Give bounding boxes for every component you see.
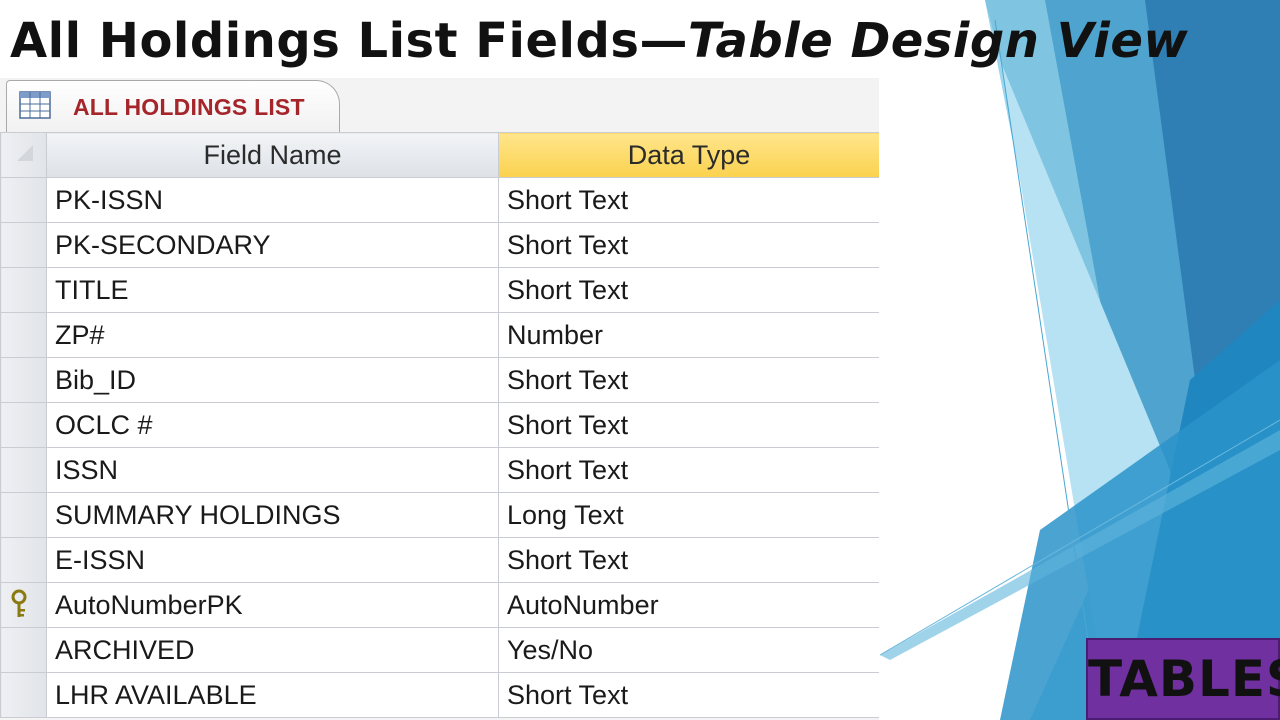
row-selector[interactable] [0, 402, 47, 448]
field-name-cell[interactable]: Bib_ID [46, 357, 499, 403]
data-type-cell[interactable]: Short Text [498, 672, 879, 718]
field-name-cell[interactable]: AutoNumberPK [46, 582, 499, 628]
select-all-corner[interactable] [0, 132, 47, 178]
table-row[interactable]: Bib_ID Short Text [0, 357, 879, 403]
row-selector[interactable] [0, 312, 47, 358]
grid-header-row: Field Name Data Type [0, 132, 879, 178]
slide-title-emphasis: Table Design View [687, 13, 1189, 69]
data-type-cell[interactable]: Short Text [498, 222, 879, 268]
table-row[interactable]: OCLC # Short Text [0, 402, 879, 448]
field-name-cell[interactable]: ZP# [46, 312, 499, 358]
tab-all-holdings-list[interactable]: ALL HOLDINGS LIST [6, 80, 340, 132]
corner-triangle-icon [17, 145, 33, 161]
row-selector[interactable] [0, 177, 47, 223]
row-selector[interactable] [0, 537, 47, 583]
data-type-cell[interactable]: Number [498, 312, 879, 358]
data-type-cell[interactable]: Short Text [498, 267, 879, 313]
data-type-cell[interactable]: Long Text [498, 492, 879, 538]
row-selector[interactable] [0, 267, 47, 313]
field-grid: Field Name Data Type PK-ISSN Short Text PK… [0, 132, 879, 718]
field-name-cell[interactable]: PK-ISSN [46, 177, 499, 223]
field-name-cell[interactable]: OCLC # [46, 402, 499, 448]
table-row[interactable]: AutoNumberPK AutoNumber [0, 582, 879, 628]
field-name-cell[interactable]: ISSN [46, 447, 499, 493]
data-type-cell[interactable]: Short Text [498, 447, 879, 493]
field-name-cell[interactable]: SUMMARY HOLDINGS [46, 492, 499, 538]
data-type-cell[interactable]: Yes/No [498, 627, 879, 673]
header-field-name[interactable]: Field Name [46, 132, 499, 178]
row-selector[interactable] [0, 357, 47, 403]
table-row[interactable]: PK-SECONDARY Short Text [0, 222, 879, 268]
field-name-cell[interactable]: E-ISSN [46, 537, 499, 583]
row-selector[interactable] [0, 582, 47, 628]
table-row[interactable]: SUMMARY HOLDINGS Long Text [0, 492, 879, 538]
field-name-cell[interactable]: PK-SECONDARY [46, 222, 499, 268]
data-type-cell[interactable]: Short Text [498, 402, 879, 448]
table-row[interactable]: LHR AVAILABLE Short Text [0, 672, 879, 718]
table-design-window: ALL HOLDINGS LIST Field Name Data Type P… [0, 78, 879, 720]
table-row[interactable]: ZP# Number [0, 312, 879, 358]
table-row[interactable]: ISSN Short Text [0, 447, 879, 493]
tab-label: ALL HOLDINGS LIST [73, 94, 305, 120]
slide-title-main: All Holdings List Fields— [10, 13, 688, 69]
slide-title: All Holdings List Fields—Table Design Vi… [10, 10, 1188, 72]
table-icon [19, 91, 51, 119]
primary-key-icon [11, 589, 27, 617]
table-row[interactable]: E-ISSN Short Text [0, 537, 879, 583]
row-selector[interactable] [0, 222, 47, 268]
row-selector[interactable] [0, 447, 47, 493]
tables-badge: TABLES [1086, 638, 1280, 720]
row-selector[interactable] [0, 627, 47, 673]
data-type-cell[interactable]: Short Text [498, 357, 879, 403]
tables-badge-label: TABLES [1088, 650, 1280, 708]
data-type-cell[interactable]: Short Text [498, 177, 879, 223]
header-data-type[interactable]: Data Type [498, 132, 879, 178]
data-type-cell[interactable]: Short Text [498, 537, 879, 583]
grid-body: PK-ISSN Short Text PK-SECONDARY Short Text T… [0, 177, 879, 718]
data-type-cell[interactable]: AutoNumber [498, 582, 879, 628]
field-name-cell[interactable]: TITLE [46, 267, 499, 313]
document-tab-strip: ALL HOLDINGS LIST [0, 78, 879, 134]
field-name-cell[interactable]: LHR AVAILABLE [46, 672, 499, 718]
table-row[interactable]: PK-ISSN Short Text [0, 177, 879, 223]
field-name-cell[interactable]: ARCHIVED [46, 627, 499, 673]
table-row[interactable]: TITLE Short Text [0, 267, 879, 313]
row-selector[interactable] [0, 492, 47, 538]
table-row[interactable]: ARCHIVED Yes/No [0, 627, 879, 673]
row-selector[interactable] [0, 672, 47, 718]
